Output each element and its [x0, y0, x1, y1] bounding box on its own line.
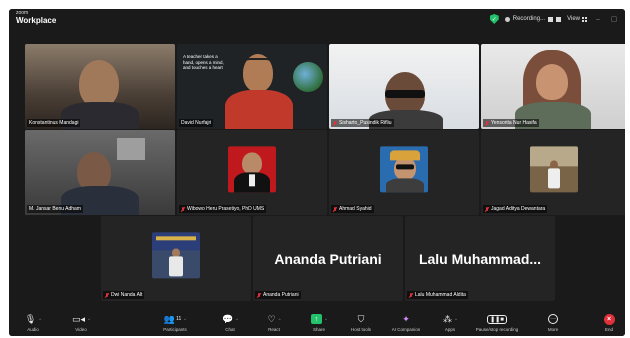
recording-indicator[interactable]: Recording...: [504, 16, 562, 22]
video-tile[interactable]: Konstantinus Mandagi: [25, 44, 175, 129]
participant-name-label: Lalu Muhammad Aldita: [407, 291, 468, 299]
apps-label: Apps: [444, 327, 456, 332]
chevron-up-icon[interactable]: ^: [325, 317, 327, 322]
participant-name-label: Dwi Nanda Alt: [103, 291, 145, 299]
shield-icon: ⛉: [357, 313, 365, 324]
participants-icon: 👥: [163, 313, 176, 324]
video-tile[interactable]: Sisharto_Pusindik Rifliu: [329, 44, 479, 129]
microphone-icon: 🎙: [24, 313, 37, 324]
ai-companion-button[interactable]: ✦ AI Companion: [384, 313, 428, 333]
brand-workplace: Workplace: [16, 16, 57, 25]
recording-label: Recording...: [512, 16, 546, 22]
end-label: End: [604, 327, 613, 332]
chevron-up-icon[interactable]: ^: [236, 317, 238, 322]
chevron-up-icon[interactable]: ^: [455, 317, 457, 322]
more-label: More: [547, 327, 559, 332]
audio-button[interactable]: 🎙 ^ Audio: [11, 313, 55, 333]
video-tile[interactable]: A teacher takes a hand, opens a mind, an…: [177, 44, 327, 129]
mic-muted-icon: [257, 292, 261, 298]
video-tile[interactable]: Jagad Aditya Dewantara: [481, 130, 625, 215]
zoom-window: zoom Workplace ✓ Recording... View – ▢ K…: [9, 9, 625, 336]
participant-display-name: Ananda Putriani: [274, 250, 382, 267]
mic-muted-icon: [485, 206, 489, 212]
chevron-up-icon[interactable]: ^: [184, 317, 186, 322]
share-screen-icon: ↑: [311, 314, 323, 324]
participant-name-label: M. Jansar Benu Adham: [27, 205, 83, 213]
profile-photo: [228, 145, 276, 192]
participant-name-label: David Nurfajri: [179, 119, 214, 127]
video-tile[interactable]: Ahmad Syahid: [329, 130, 479, 215]
close-icon: ×: [603, 313, 615, 325]
video-tile[interactable]: Dwi Nanda Alt: [101, 216, 251, 301]
audio-label: Audio: [27, 327, 39, 332]
participant-name-label: Jagad Aditya Dewantara: [483, 205, 548, 213]
apps-icon: ⁂: [443, 313, 453, 324]
participant-display-name: Lalu Muhammad...: [418, 250, 542, 267]
react-label: React: [268, 327, 280, 332]
more-button[interactable]: ··· More: [531, 313, 575, 332]
recording-dot-icon: [504, 16, 510, 22]
host-tools-label: Host tools: [350, 327, 371, 332]
mic-muted-icon: [485, 120, 489, 126]
pause-stop-label: Pause/stop recording: [475, 327, 519, 332]
video-tile-active-speaker[interactable]: M. Jansar Benu Adham: [25, 130, 175, 215]
share-label: Share: [312, 327, 325, 332]
camera-icon: ▭◂: [72, 313, 86, 324]
video-tile[interactable]: Ananda Putriani Ananda Putriani: [253, 216, 403, 301]
mic-muted-icon: [333, 206, 337, 212]
security-shield-icon[interactable]: ✓: [489, 14, 499, 24]
mic-muted-icon: [105, 292, 109, 298]
sparkle-icon: ✦: [402, 313, 410, 324]
grid-view-icon: [582, 16, 587, 22]
end-meeting-button[interactable]: × End: [587, 313, 625, 332]
participant-name-label: Yensorita Nur Hasifa: [483, 119, 539, 127]
minimize-icon[interactable]: –: [593, 16, 603, 23]
app-logo: zoom Workplace: [16, 11, 56, 25]
chevron-up-icon[interactable]: ^: [279, 317, 281, 322]
meeting-toolbar: 🎙 ^ Audio ▭◂ ^ Video 👥 11 ^ Participants 💬 ^ …: [9, 309, 625, 336]
chat-button[interactable]: 💬 ^ Chat: [208, 313, 252, 333]
pause-stop-icon: ❚❚■: [487, 314, 507, 324]
mic-muted-icon: [409, 292, 413, 298]
pause-stop-recording-button[interactable]: ❚❚■ Pause/stop recording: [475, 313, 519, 332]
apps-button[interactable]: ⁂ ^ Apps: [428, 313, 472, 333]
mic-muted-icon: [333, 120, 337, 126]
profile-photo: [380, 145, 428, 192]
more-icon: ···: [548, 314, 558, 324]
view-button[interactable]: View: [567, 16, 587, 22]
profile-photo: [530, 145, 578, 192]
participant-name-label: Wibowo Heru Prasetiyo, PhD UMS: [179, 205, 267, 213]
title-bar: zoom Workplace ✓ Recording... View – ▢: [9, 9, 625, 29]
chat-label: Chat: [225, 327, 235, 332]
participants-label: Participants: [163, 327, 187, 332]
slide-quote-text: A teacher takes a hand, opens a mind, an…: [183, 54, 224, 71]
participant-name-label: Ahmad Syahid: [331, 205, 374, 213]
participant-name-label: Ananda Putriani: [255, 291, 301, 299]
host-tools-button[interactable]: ⛉ Host tools: [339, 313, 383, 333]
video-tile[interactable]: Yensorita Nur Hasifa: [481, 44, 625, 129]
stop-recording-icon[interactable]: [556, 16, 562, 22]
participant-name-label: Konstantinus Mandagi: [27, 119, 81, 127]
react-button[interactable]: ♡ ^ React: [252, 313, 296, 333]
chevron-up-icon[interactable]: ^: [39, 317, 41, 322]
participants-count: 11: [176, 316, 182, 322]
profile-photo: [152, 231, 200, 278]
participant-name-label: Sisharto_Pusindik Rifliu: [331, 119, 394, 127]
mic-muted-icon: [181, 206, 185, 212]
video-button[interactable]: ▭◂ ^ Video: [59, 313, 103, 333]
participants-button[interactable]: 👥 11 ^ Participants: [153, 313, 197, 333]
share-button[interactable]: ↑ ^ Share: [297, 313, 341, 332]
pause-recording-icon[interactable]: [548, 16, 554, 22]
maximize-icon[interactable]: ▢: [609, 15, 619, 23]
chat-icon: 💬: [221, 313, 234, 324]
video-tile[interactable]: Wibowo Heru Prasetiyo, PhD UMS: [177, 130, 327, 215]
video-tile[interactable]: Lalu Muhammad... Lalu Muhammad Aldita: [405, 216, 555, 301]
view-label: View: [567, 16, 580, 22]
ai-companion-label: AI Companion: [391, 327, 421, 332]
video-label: Video: [75, 327, 87, 332]
heart-icon: ♡: [267, 313, 276, 324]
chevron-up-icon[interactable]: ^: [88, 317, 90, 322]
